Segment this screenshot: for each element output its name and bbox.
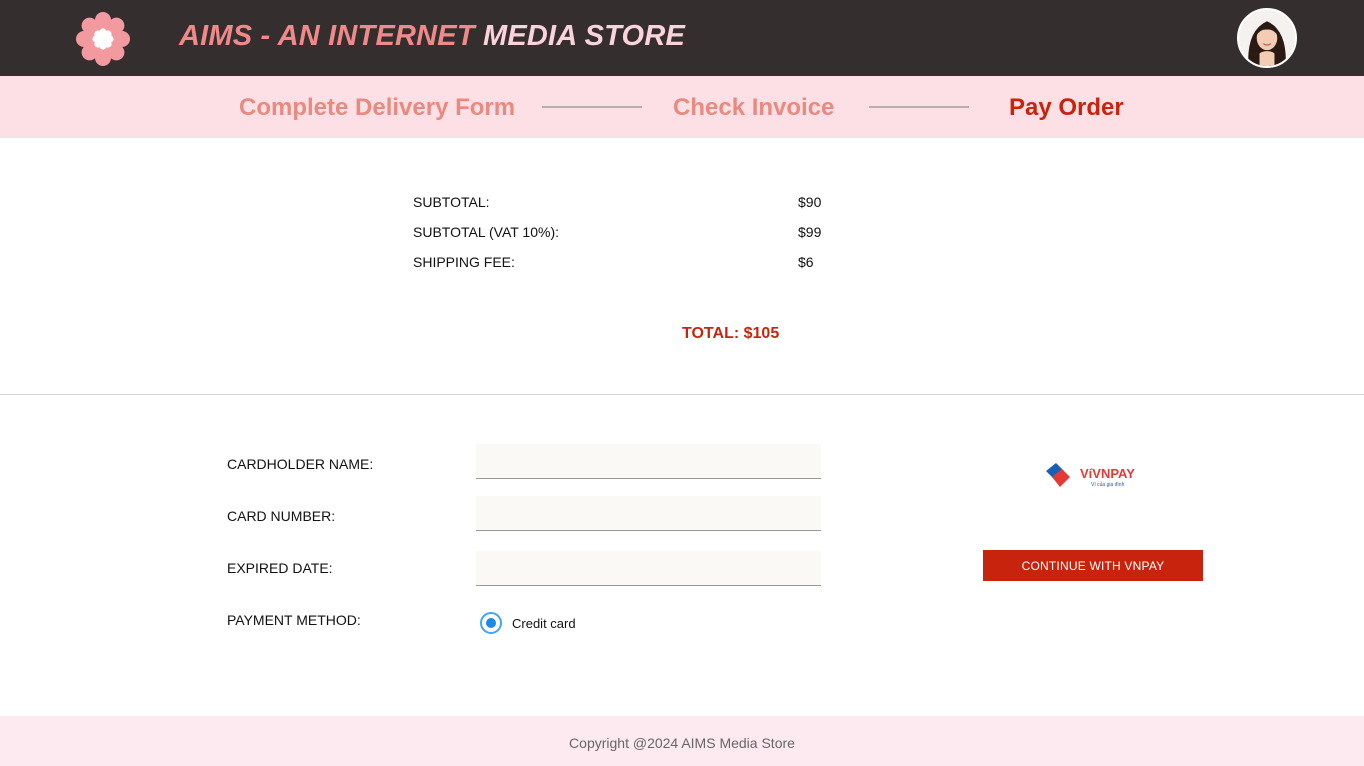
app-title: AIMS - AN INTERNET MEDIA STORE [179,20,685,53]
copyright-text: Copyright @2024 AIMS Media Store [569,735,795,751]
shipping-fee-value: $6 [798,254,814,270]
card-number-input[interactable] [476,496,821,531]
credit-card-radio-option[interactable]: Credit card [480,612,576,634]
app-title-part2: MEDIA STORE [483,20,685,52]
footer: Copyright @2024 AIMS Media Store [0,716,1364,766]
svg-text:VíVNPAY: VíVNPAY [1080,466,1135,481]
vnpay-logo-text-red: VíVNPAY [1080,466,1135,481]
cardholder-name-label: CARDHOLDER NAME: [227,456,374,472]
section-divider [0,394,1364,395]
step-pay-order[interactable]: Pay Order [1009,94,1124,122]
payment-method-label: PAYMENT METHOD: [227,612,361,628]
shipping-fee-label: SHIPPING FEE: [413,254,515,270]
checkout-steps: Complete Delivery Form Check Invoice Pay… [0,76,1364,138]
order-total: TOTAL: $105 [682,325,780,342]
expired-date-label: EXPIRED DATE: [227,560,333,576]
subtotal-vat-label: SUBTOTAL (VAT 10%): [413,224,560,240]
step-connector [542,106,642,108]
card-number-label: CARD NUMBER: [227,508,336,524]
flower-logo-icon[interactable] [72,8,134,70]
subtotal-vat-value: $99 [798,224,822,240]
subtotal-label: SUBTOTAL: [413,194,490,210]
user-avatar[interactable] [1237,8,1297,68]
app-title-part1: AIMS - AN INTERNET [179,20,483,52]
step-complete-delivery-form[interactable]: Complete Delivery Form [239,94,515,122]
vnpay-logo-tagline: Ví của gia đình [1091,481,1125,488]
continue-with-vnpay-button[interactable]: CONTINUE WITH VNPAY [983,550,1203,581]
credit-card-radio[interactable] [480,612,502,634]
step-check-invoice[interactable]: Check Invoice [673,94,834,122]
top-header: AIMS - AN INTERNET MEDIA STORE [0,0,1364,76]
expired-date-input[interactable] [476,551,821,586]
subtotal-value: $90 [798,194,822,210]
vnpay-logo: VíVNPAY Ví của gia đình [1046,463,1135,488]
step-connector [869,106,969,108]
cardholder-name-input[interactable] [476,444,821,479]
avatar-portrait-icon [1239,10,1295,66]
credit-card-radio-label: Credit card [512,615,576,631]
